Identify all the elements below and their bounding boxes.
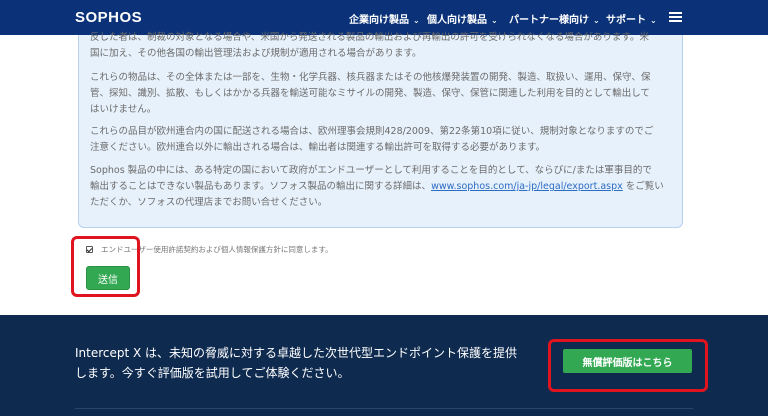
notice-paragraph-4: Sophos 製品の中には、ある特定の国において政府がエンドユーザーとして利用す… (90, 163, 685, 211)
chevron-down-icon: ⌄ (491, 16, 498, 25)
nav-item-label: 個人向け製品 (427, 15, 487, 26)
promo-line: します。今すぐ評価版を試用してご体験ください。 (75, 366, 350, 380)
nav-item-label: 企業向け製品 (349, 15, 409, 26)
highlight-box (71, 236, 140, 297)
chevron-down-icon: ⌄ (593, 16, 600, 25)
export-info-link[interactable]: www.sophos.com/ja-jp/legal/export.aspx (431, 181, 623, 192)
notice-text: をご覧い (622, 181, 664, 192)
notice-paragraph-3: これらの品目が欧州連合内の国に配送される場合は、欧州理事会規則428/2009、… (90, 124, 685, 156)
chevron-down-icon: ⌄ (650, 16, 657, 25)
promo-line: Intercept X は、未知の脅威に対する卓越した次世代型エンドポイント保護… (75, 346, 518, 360)
chevron-down-icon: ⌄ (413, 16, 420, 25)
notice-paragraph-2: これらの物品は、その全体または一部を、生物・化学兵器、核兵器またはその他核爆発装… (90, 70, 685, 118)
notice-line: ただくか、ソフォスの代理店までお問い合せください。 (90, 197, 328, 208)
notice-line: これらの品目が欧州連合内の国に配送される場合は、欧州理事会規則428/2009、… (90, 126, 654, 137)
nav-item-support[interactable]: サポート ⌄ (606, 11, 657, 26)
notice-text: 輸出することはできない製品もあります。ソフォス製品の輸出に関する詳細は、 (90, 181, 432, 192)
notice-line: これらの物品は、その全体または一部を、生物・化学兵器、核兵器またはその他核爆発装… (90, 72, 651, 83)
notice-line: 国に加え、その他各国の輸出管理法および規制が適用される場合があります。 (90, 48, 422, 59)
highlight-box (548, 339, 708, 392)
nav-item-label: パートナー様向け (509, 15, 589, 26)
nav-item-label: サポート (606, 15, 646, 26)
nav-item-business[interactable]: 企業向け製品 ⌄ (349, 11, 420, 26)
promo-text: Intercept X は、未知の脅威に対する卓越した次世代型エンドポイント保護… (75, 343, 517, 383)
notice-line: 管、探知、識別、拡散、もしくはかかる兵器を輸送可能なミサイルの開発、製造、保守、… (90, 88, 650, 99)
notice-paragraph-1: 反した者は、制裁の対象となる場合や、米国から発送される製品の輸出および再輸出の許… (90, 30, 685, 62)
notice-line: はいけません。 (90, 104, 157, 115)
sophos-logo[interactable]: SOPHOS (75, 9, 142, 26)
nav-item-home[interactable]: 個人向け製品 ⌄ (427, 11, 498, 26)
notice-line: 注意ください。欧州連合以外に輸出される場合は、輸出者は関連する輸出許可を取得する… (90, 142, 546, 153)
hamburger-menu-icon[interactable] (669, 12, 682, 22)
notice-line: 反した者は、制裁の対象となる場合や、米国から発送される製品の輸出および再輸出の許… (90, 32, 649, 43)
notice-line: 輸出することはできない製品もあります。ソフォス製品の輸出に関する詳細は、www.… (90, 179, 685, 195)
divider (75, 408, 693, 409)
nav-item-partners[interactable]: パートナー様向け ⌄ (509, 11, 600, 26)
notice-line: Sophos 製品の中には、ある特定の国において政府がエンドユーザーとして利用す… (90, 165, 652, 176)
